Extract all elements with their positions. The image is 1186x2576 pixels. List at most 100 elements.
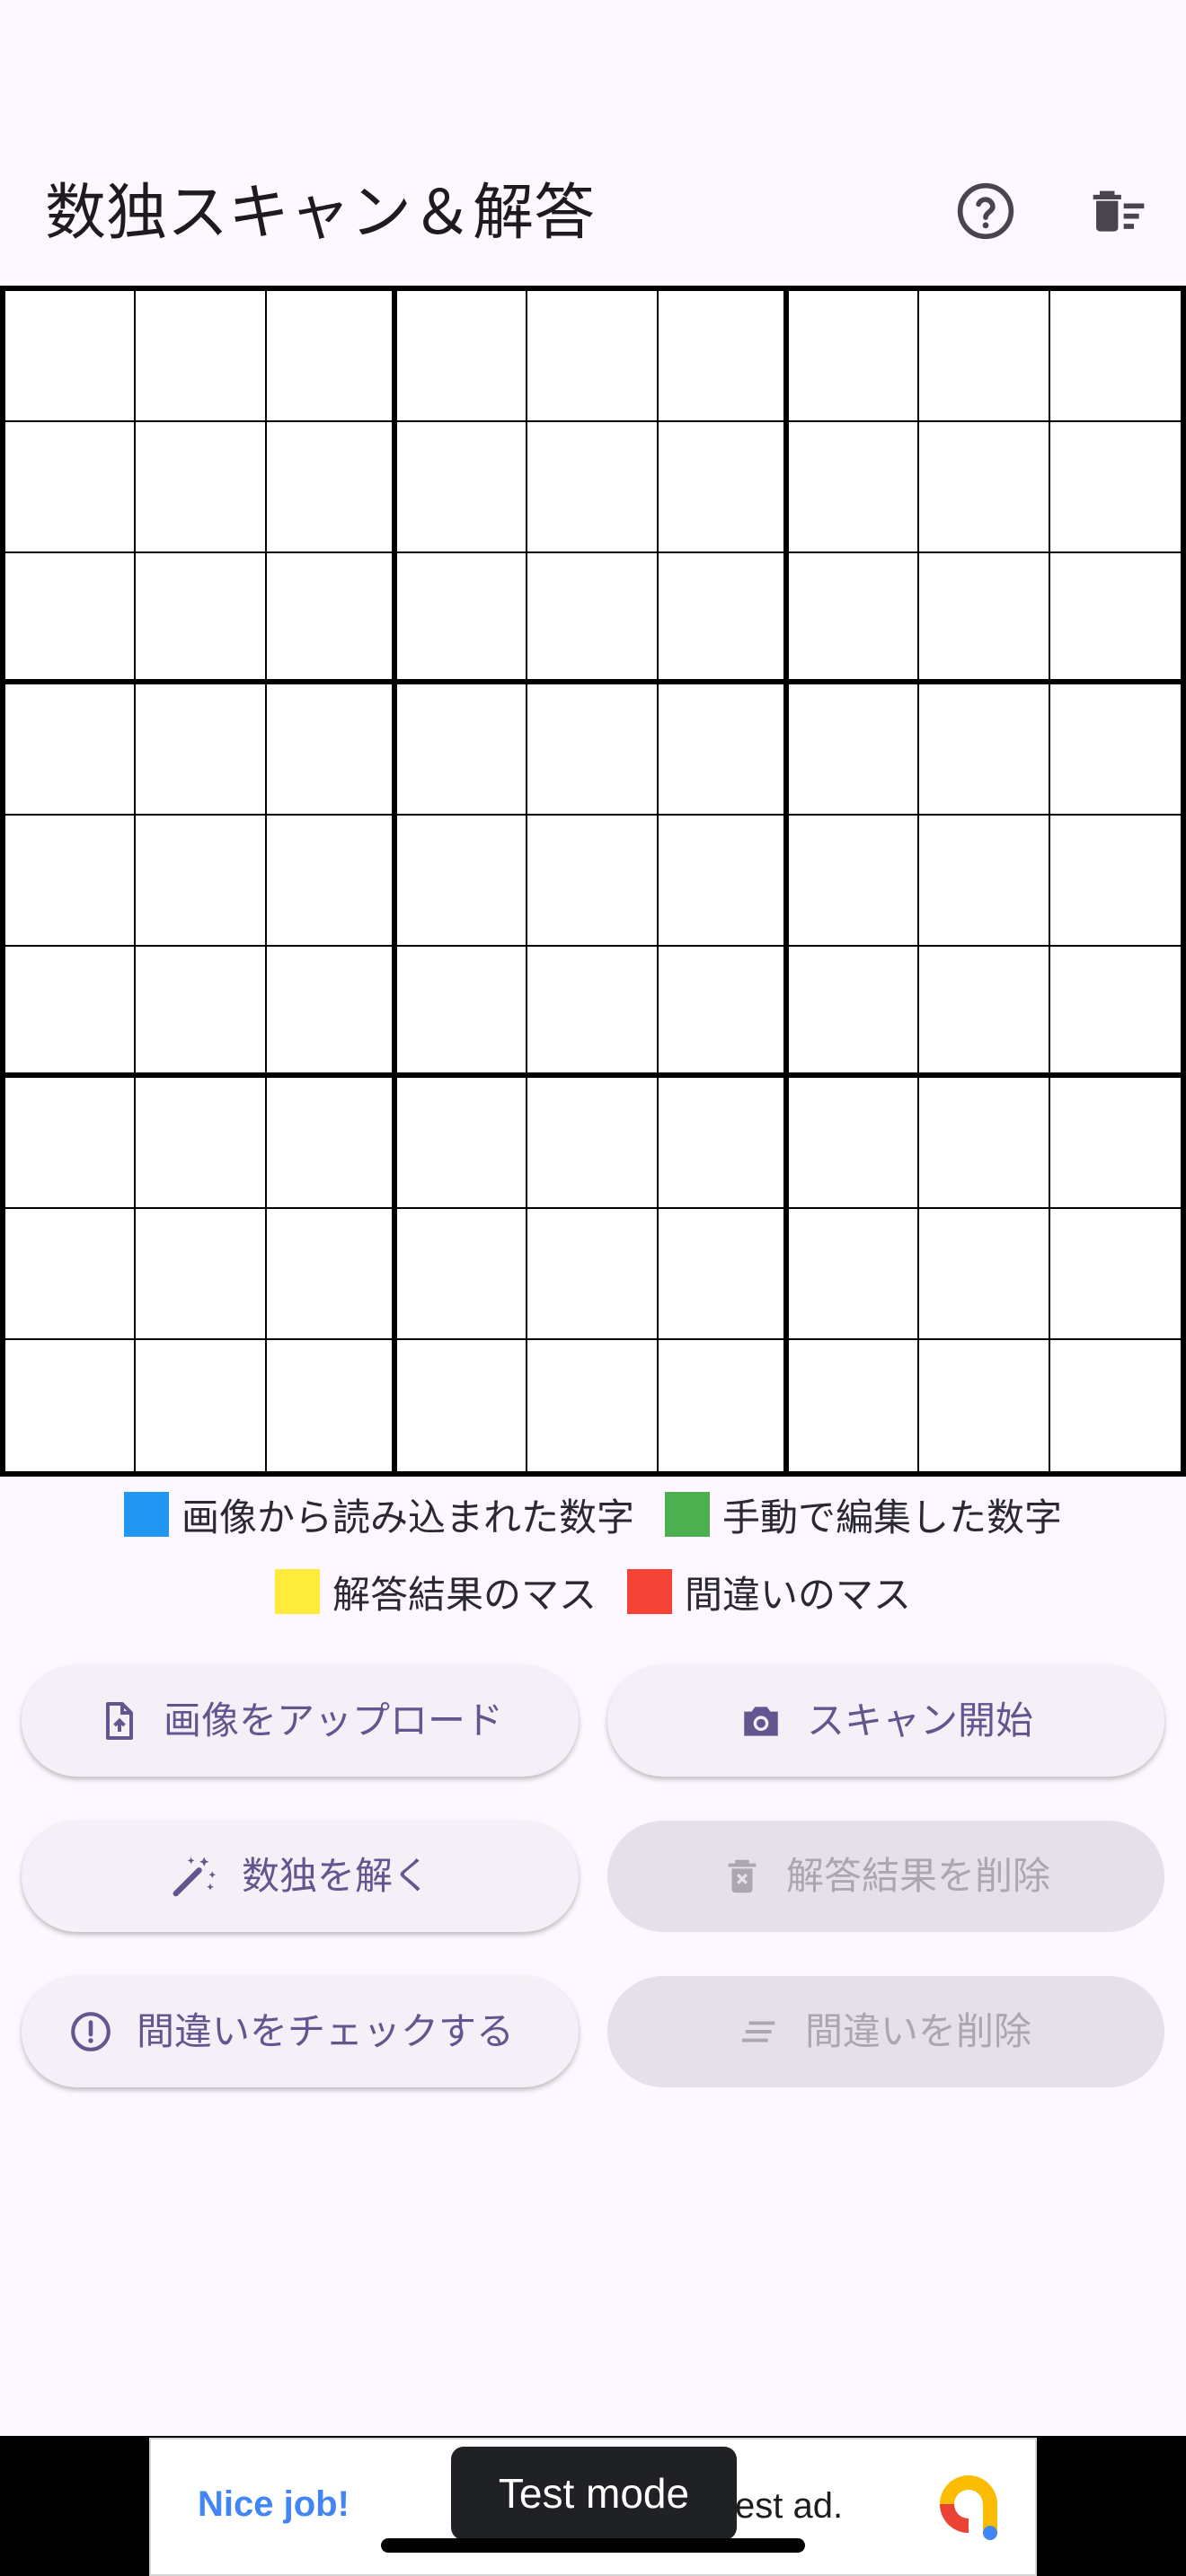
sudoku-cell-r2c3[interactable]	[266, 422, 397, 553]
start-scan-button[interactable]: スキャン開始	[607, 1665, 1164, 1777]
sudoku-cell-r6c3[interactable]	[266, 947, 397, 1078]
upload-image-button[interactable]: 画像をアップロード	[22, 1665, 579, 1777]
sudoku-cell-r1c7[interactable]	[788, 291, 920, 422]
sudoku-cell-r5c5[interactable]	[527, 816, 659, 947]
sudoku-cell-r9c1[interactable]	[5, 1340, 137, 1471]
sudoku-cell-r6c2[interactable]	[136, 947, 267, 1078]
sudoku-cell-r8c1[interactable]	[5, 1209, 137, 1340]
sudoku-cell-r6c1[interactable]	[5, 947, 137, 1078]
clear-all-icon	[741, 2021, 775, 2042]
sudoku-cell-r1c2[interactable]	[136, 291, 267, 422]
sudoku-cell-r8c8[interactable]	[919, 1209, 1050, 1340]
sudoku-cell-r3c2[interactable]	[136, 553, 267, 684]
sudoku-cell-r2c7[interactable]	[788, 422, 920, 553]
sudoku-cell-r1c5[interactable]	[527, 291, 659, 422]
legend-item-scanned: 画像から読み込まれた数字	[123, 1487, 634, 1542]
sudoku-cell-r2c5[interactable]	[527, 422, 659, 553]
ad-logo-icon	[940, 2475, 997, 2540]
sudoku-cell-r6c8[interactable]	[919, 947, 1050, 1078]
sudoku-cell-r1c9[interactable]	[1049, 291, 1181, 422]
sudoku-cell-r5c4[interactable]	[396, 816, 528, 947]
sudoku-cell-r4c7[interactable]	[788, 684, 920, 816]
sudoku-cell-r7c6[interactable]	[658, 1078, 789, 1209]
sudoku-cell-r9c3[interactable]	[266, 1340, 397, 1471]
sudoku-cell-r6c6[interactable]	[658, 947, 789, 1078]
sudoku-board	[0, 286, 1186, 1477]
sudoku-cell-r1c1[interactable]	[5, 291, 137, 422]
check-errors-button[interactable]: 間違いをチェックする	[22, 1976, 579, 2087]
sudoku-cell-r8c2[interactable]	[136, 1209, 267, 1340]
sudoku-cell-r2c2[interactable]	[136, 422, 267, 553]
sudoku-cell-r4c6[interactable]	[658, 684, 789, 816]
solve-sudoku-button[interactable]: 数独を解く	[22, 1821, 579, 1932]
sudoku-cell-r4c8[interactable]	[919, 684, 1050, 816]
sudoku-cell-r5c8[interactable]	[919, 816, 1050, 947]
sudoku-cell-r5c7[interactable]	[788, 816, 920, 947]
sudoku-cell-r8c6[interactable]	[658, 1209, 789, 1340]
sudoku-cell-r6c7[interactable]	[788, 947, 920, 1078]
sudoku-cell-r6c9[interactable]	[1049, 947, 1181, 1078]
sudoku-cell-r5c1[interactable]	[5, 816, 137, 947]
sudoku-cell-r4c2[interactable]	[136, 684, 267, 816]
sudoku-cell-r3c6[interactable]	[658, 553, 789, 684]
sudoku-cell-r5c3[interactable]	[266, 816, 397, 947]
sudoku-cell-r7c7[interactable]	[788, 1078, 920, 1209]
sudoku-cell-r2c6[interactable]	[658, 422, 789, 553]
sudoku-cell-r5c2[interactable]	[136, 816, 267, 947]
sudoku-cell-r7c5[interactable]	[527, 1078, 659, 1209]
sudoku-cell-r4c3[interactable]	[266, 684, 397, 816]
clear-errors-button[interactable]: 間違いを削除	[607, 1976, 1164, 2087]
camera-icon	[744, 1707, 778, 1736]
sudoku-cell-r6c4[interactable]	[396, 947, 528, 1078]
sudoku-cell-r7c1[interactable]	[5, 1078, 137, 1209]
sudoku-cell-r9c4[interactable]	[396, 1340, 528, 1471]
sudoku-cell-r7c2[interactable]	[136, 1078, 267, 1209]
sudoku-cell-r9c8[interactable]	[919, 1340, 1050, 1471]
sudoku-cell-r2c8[interactable]	[919, 422, 1050, 553]
sudoku-cell-r9c2[interactable]	[136, 1340, 267, 1471]
sudoku-cell-r4c5[interactable]	[527, 684, 659, 816]
magic-wand-icon	[173, 1857, 217, 1897]
sudoku-cell-r9c6[interactable]	[658, 1340, 789, 1471]
sudoku-cell-r8c4[interactable]	[396, 1209, 528, 1340]
sudoku-cell-r7c8[interactable]	[919, 1078, 1050, 1209]
sudoku-cell-r8c5[interactable]	[527, 1209, 659, 1340]
sudoku-cell-r1c4[interactable]	[396, 291, 528, 422]
sudoku-cell-r2c4[interactable]	[396, 422, 528, 553]
sudoku-cell-r4c1[interactable]	[5, 684, 137, 816]
legend-item-manual: 手動で編集した数字	[665, 1487, 1062, 1542]
sudoku-cell-r9c9[interactable]	[1049, 1340, 1181, 1471]
sudoku-cell-r3c8[interactable]	[919, 553, 1050, 684]
sudoku-cell-r4c4[interactable]	[396, 684, 528, 816]
sudoku-cell-r9c7[interactable]	[788, 1340, 920, 1471]
sudoku-cell-r9c5[interactable]	[527, 1340, 659, 1471]
sudoku-cell-r3c9[interactable]	[1049, 553, 1181, 684]
legend-label: 手動で編集した数字	[722, 1495, 1063, 1539]
sudoku-cell-r8c7[interactable]	[788, 1209, 920, 1340]
clear-all-button[interactable]	[1078, 171, 1159, 251]
sudoku-cell-r3c4[interactable]	[396, 553, 528, 684]
legend-row: 画像から読み込まれた数字 手動で編集した数字	[0, 1487, 1186, 1541]
sudoku-cell-r5c6[interactable]	[658, 816, 789, 947]
sudoku-cell-r1c8[interactable]	[919, 291, 1050, 422]
sudoku-cell-r8c9[interactable]	[1049, 1209, 1181, 1340]
sudoku-cell-r5c9[interactable]	[1049, 816, 1181, 947]
sudoku-cell-r3c7[interactable]	[788, 553, 920, 684]
home-indicator[interactable]	[381, 2538, 805, 2553]
sudoku-cell-r3c1[interactable]	[5, 553, 137, 684]
clear-solution-button[interactable]: 解答結果を削除	[607, 1821, 1164, 1932]
sudoku-cell-r3c5[interactable]	[527, 553, 659, 684]
sudoku-cell-r2c1[interactable]	[5, 422, 137, 553]
button-label: スキャン開始	[806, 1698, 1033, 1742]
sudoku-cell-r2c9[interactable]	[1049, 422, 1181, 553]
sudoku-cell-r3c3[interactable]	[266, 553, 397, 684]
sudoku-cell-r8c3[interactable]	[266, 1209, 397, 1340]
sudoku-cell-r1c3[interactable]	[266, 291, 397, 422]
help-button[interactable]	[945, 171, 1026, 251]
sudoku-cell-r7c9[interactable]	[1049, 1078, 1181, 1209]
sudoku-cell-r4c9[interactable]	[1049, 684, 1181, 816]
sudoku-cell-r1c6[interactable]	[658, 291, 789, 422]
sudoku-cell-r7c4[interactable]	[396, 1078, 528, 1209]
sudoku-cell-r6c5[interactable]	[527, 947, 659, 1078]
sudoku-cell-r7c3[interactable]	[266, 1078, 397, 1209]
